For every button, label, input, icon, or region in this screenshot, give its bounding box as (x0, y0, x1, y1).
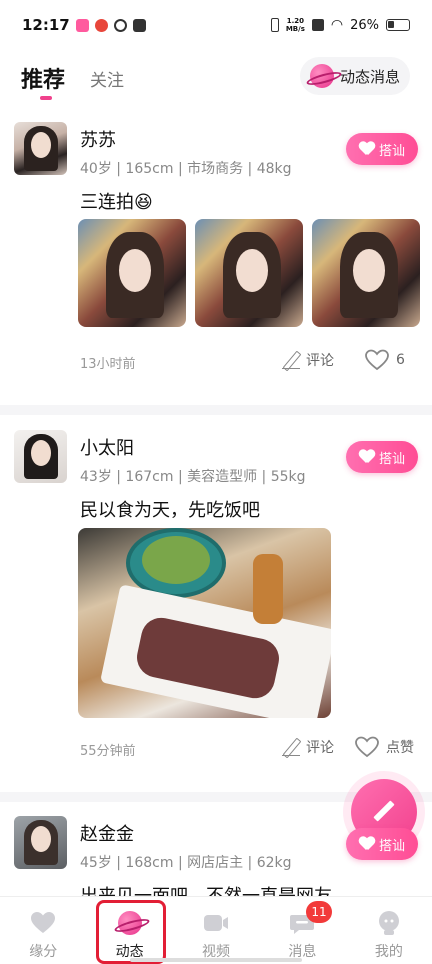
pen-icon (282, 351, 300, 369)
pen-icon (282, 738, 300, 756)
battery-percent: 26% (350, 17, 379, 33)
post-card: 小太阳 43岁 | 167cm | 美容造型师 | 55kg 搭讪 民以食为天，… (0, 420, 432, 790)
greet-label: 搭讪 (378, 143, 405, 159)
heart-icon (359, 450, 375, 464)
post-text: 三连拍😆 (80, 192, 153, 213)
bottom-tab-bar: 缘分 动态 视频 消息 我的 (0, 896, 432, 964)
post-time: 13小时前 (80, 357, 136, 372)
tab-video[interactable]: 视频 (173, 897, 259, 964)
divider (0, 405, 432, 415)
comment-label: 评论 (306, 740, 334, 756)
post-photo[interactable] (78, 528, 331, 718)
like-count: 6 (396, 352, 405, 368)
post-photo[interactable] (312, 219, 420, 327)
post-text: 出来见一面吧，不然一直是网友 (80, 882, 332, 896)
post-author-name[interactable]: 苏苏 (80, 126, 116, 152)
comment-label: 评论 (306, 353, 334, 369)
sim-icon (311, 19, 324, 31)
tab-label: 缘分 (29, 944, 58, 960)
home-indicator (130, 958, 302, 962)
post-text: 民以食为天，先吃饭吧 (80, 500, 260, 521)
battery-icon (386, 19, 410, 31)
like-button[interactable]: 点赞 (354, 736, 414, 758)
status-bar: 12:17 1.20 MB/s ◠ 26% (0, 0, 432, 50)
active-tab-indicator (40, 96, 52, 100)
profile-icon (375, 909, 403, 937)
status-time: 12:17 (22, 16, 70, 34)
dynamic-messages-button[interactable]: 动态消息 (300, 57, 410, 95)
post-photo[interactable] (195, 219, 303, 327)
tab-follow[interactable]: 关注 (90, 66, 124, 91)
tab-me[interactable]: 我的 (346, 897, 432, 964)
weibo-icon (94, 18, 108, 32)
heart-outline-icon (364, 349, 390, 371)
tab-fate[interactable]: 缘分 (0, 897, 86, 964)
avatar[interactable] (14, 430, 67, 483)
app-icon (132, 18, 146, 32)
greet-label: 搭讪 (378, 451, 405, 467)
greet-button[interactable]: 搭讪 (346, 133, 418, 165)
post-author-meta: 43岁 | 167cm | 美容造型师 | 55kg (80, 469, 306, 485)
heart-outline-icon (354, 736, 380, 758)
video-icon (202, 909, 230, 937)
tab-messages[interactable]: 消息 (259, 897, 345, 964)
planet-icon (309, 64, 334, 88)
avatar[interactable] (14, 816, 67, 869)
heart-icon (359, 837, 375, 851)
post-author-name[interactable]: 赵金金 (80, 820, 134, 846)
greet-label: 搭讪 (378, 838, 405, 854)
post-time: 55分钟前 (80, 744, 136, 759)
active-tab-highlight (96, 900, 166, 964)
sync-icon (113, 18, 127, 32)
wifi-icon: ◠ (330, 17, 344, 33)
post-author-name[interactable]: 小太阳 (80, 434, 134, 460)
comment-button[interactable]: 评论 (282, 350, 334, 370)
app-notification-icon (75, 18, 89, 32)
like-button[interactable]: 6 (364, 349, 405, 371)
dynamic-messages-label: 动态消息 (339, 67, 400, 86)
like-label: 点赞 (386, 740, 414, 756)
post-card: 苏苏 40岁 | 165cm | 市场商务 | 48kg 搭讪 三连拍😆 13小… (0, 112, 432, 397)
tab-label: 我的 (374, 944, 403, 960)
message-badge: 11 (306, 901, 332, 923)
network-speed: 1.20 MB/s (285, 17, 305, 33)
tab-recommend[interactable]: 推荐 (21, 62, 65, 94)
post-author-meta: 40岁 | 165cm | 市场商务 | 48kg (80, 161, 292, 177)
greet-button[interactable]: 搭讪 (346, 441, 418, 473)
post-author-meta: 45岁 | 168cm | 网店店主 | 62kg (80, 855, 292, 871)
pen-icon (371, 799, 397, 825)
avatar[interactable] (14, 122, 67, 175)
vibrate-icon (270, 18, 279, 32)
comment-button[interactable]: 评论 (282, 737, 334, 757)
heart-icon (359, 142, 375, 156)
top-header: 推荐 关注 动态消息 (0, 54, 432, 104)
heart-icon (29, 909, 57, 937)
greet-button[interactable]: 搭讪 (346, 828, 418, 860)
post-photo[interactable] (78, 219, 186, 327)
